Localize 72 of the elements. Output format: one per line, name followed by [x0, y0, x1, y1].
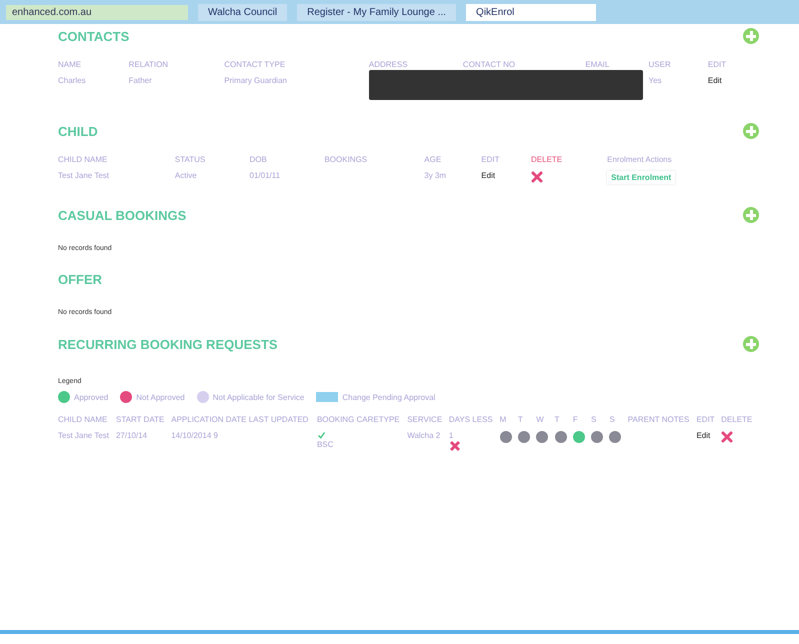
column-header: STATUS — [174, 154, 206, 166]
edit-link[interactable]: Edit — [708, 76, 722, 85]
column-header: CHILD NAME — [58, 153, 175, 168]
table-cell-text: Charles — [58, 75, 87, 87]
table-cell-text: 01/01/11 — [250, 170, 282, 182]
legend-swatch-icon — [58, 391, 70, 403]
column-header: W — [536, 413, 555, 428]
table-cell: BSC — [316, 440, 334, 450]
column-header: BOOKINGS — [324, 153, 424, 168]
column-header: M — [500, 413, 518, 428]
column-header: AGE — [424, 153, 482, 168]
section-title: RECURRING BOOKING REQUESTS — [58, 336, 278, 352]
table-cell: Test Jane Test — [58, 168, 175, 187]
column-header: S — [591, 413, 610, 428]
column-header: ADDRESS — [368, 58, 463, 73]
column-header: USER — [648, 59, 672, 71]
column-header: CHILD NAME — [58, 413, 116, 428]
legend-label: Not Applicable for Service — [212, 392, 304, 402]
edit-link[interactable]: Edit — [696, 431, 710, 440]
column-header: DELETE — [531, 154, 564, 166]
add-icon[interactable] — [743, 123, 759, 139]
table-cell: Primary Guardian — [224, 73, 369, 103]
column-header: T — [518, 413, 536, 428]
browser-tab[interactable]: Register - My Family Lounge ... — [297, 4, 456, 20]
column-header: CONTACT TYPE — [224, 58, 369, 73]
column-header: SERVICE — [407, 414, 444, 426]
table-cell-text: Yes — [648, 75, 663, 87]
table-cell: 1 — [448, 431, 454, 440]
add-icon[interactable] — [743, 207, 759, 223]
add-icon[interactable] — [743, 336, 759, 352]
column-header: EDIT — [696, 414, 716, 426]
table-cell: 3y 3m — [424, 168, 482, 187]
column-header: BOOKING CARETYPE — [316, 414, 401, 426]
address-bar[interactable]: enhanced.com.au — [6, 4, 188, 20]
section-title: OFFER — [58, 272, 102, 287]
column-header: CONTACT NO — [462, 58, 586, 73]
column-header: Enrolment Actions — [607, 154, 673, 166]
delete-icon[interactable] — [531, 171, 543, 183]
section-title: CASUAL BOOKINGS — [58, 208, 186, 222]
legend-swatch-icon — [316, 392, 338, 402]
column-header: EDIT — [708, 59, 728, 71]
column-header: DOB — [250, 154, 268, 166]
legend-swatch-icon — [196, 391, 209, 403]
column-header: DELETE — [721, 414, 754, 426]
legend-swatch-icon — [120, 391, 132, 403]
column-header: APPLICATION DATE LAST UPDATED — [171, 414, 310, 426]
table-cell: Active — [174, 168, 250, 187]
table-cell: Father — [128, 73, 224, 103]
legend-label: Approved — [74, 392, 108, 402]
column-header: T — [554, 414, 560, 426]
delete-icon[interactable] — [721, 431, 734, 443]
column-header: EDIT — [481, 154, 501, 166]
table-cell-text: Walcha 2 — [407, 430, 442, 442]
add-icon[interactable] — [743, 28, 759, 44]
column-header: NAME — [58, 59, 82, 71]
column-header: PARENT NOTES — [628, 414, 690, 426]
table-cell-text: 14/10/2014 9 — [171, 430, 219, 442]
column-header: S — [609, 413, 628, 428]
legend-label: Change Pending Approval — [342, 392, 436, 402]
edit-link[interactable]: Edit — [481, 171, 496, 180]
browser-tab[interactable]: QikEnrol — [466, 4, 596, 20]
table-cell: Test Jane Test — [58, 428, 116, 455]
column-header: F — [572, 414, 579, 426]
column-header: EMAIL — [585, 58, 648, 73]
browser-tab[interactable]: Walcha Council — [198, 4, 288, 20]
table-cell-text: 27/10/14 — [116, 430, 148, 442]
column-header: START DATE — [116, 413, 172, 428]
column-header: RELATION — [128, 58, 224, 73]
legend-label: Not Approved — [136, 392, 185, 402]
column-header: DAYS LESS — [448, 414, 494, 426]
section-title: CHILD — [58, 124, 98, 138]
section-title: CONTACTS — [58, 28, 130, 44]
